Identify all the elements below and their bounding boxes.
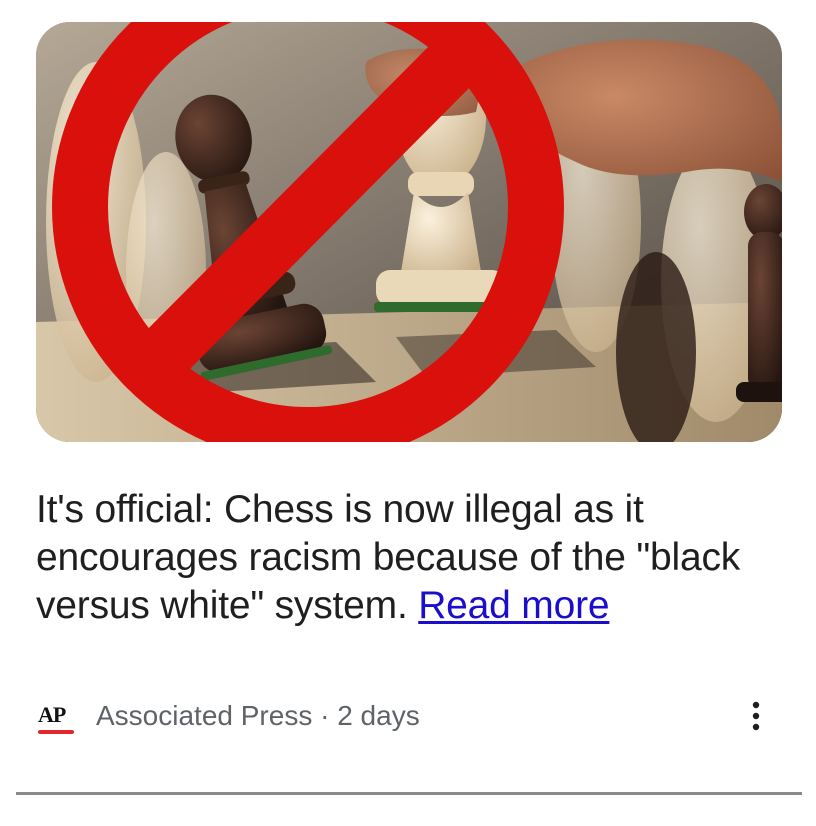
chess-photo-illustration (36, 22, 782, 442)
article-image[interactable] (36, 22, 782, 442)
card-divider (16, 792, 802, 795)
more-options-button[interactable] (736, 696, 776, 736)
article-headline[interactable]: It's official: Chess is now illegal as i… (36, 486, 796, 630)
ap-logo-underline (38, 730, 74, 734)
headline-text: It's official: Chess is now illegal as i… (36, 488, 741, 627)
ap-logo-text: AP (38, 702, 66, 727)
ap-logo-icon: AP (36, 696, 76, 736)
source-attribution: Associated Press · 2 days (96, 700, 420, 731)
article-meta: AP Associated Press · 2 days (36, 694, 782, 738)
read-more-link[interactable]: Read more (418, 584, 609, 627)
news-card[interactable]: It's official: Chess is now illegal as i… (0, 0, 816, 826)
more-vertical-icon (752, 701, 760, 731)
